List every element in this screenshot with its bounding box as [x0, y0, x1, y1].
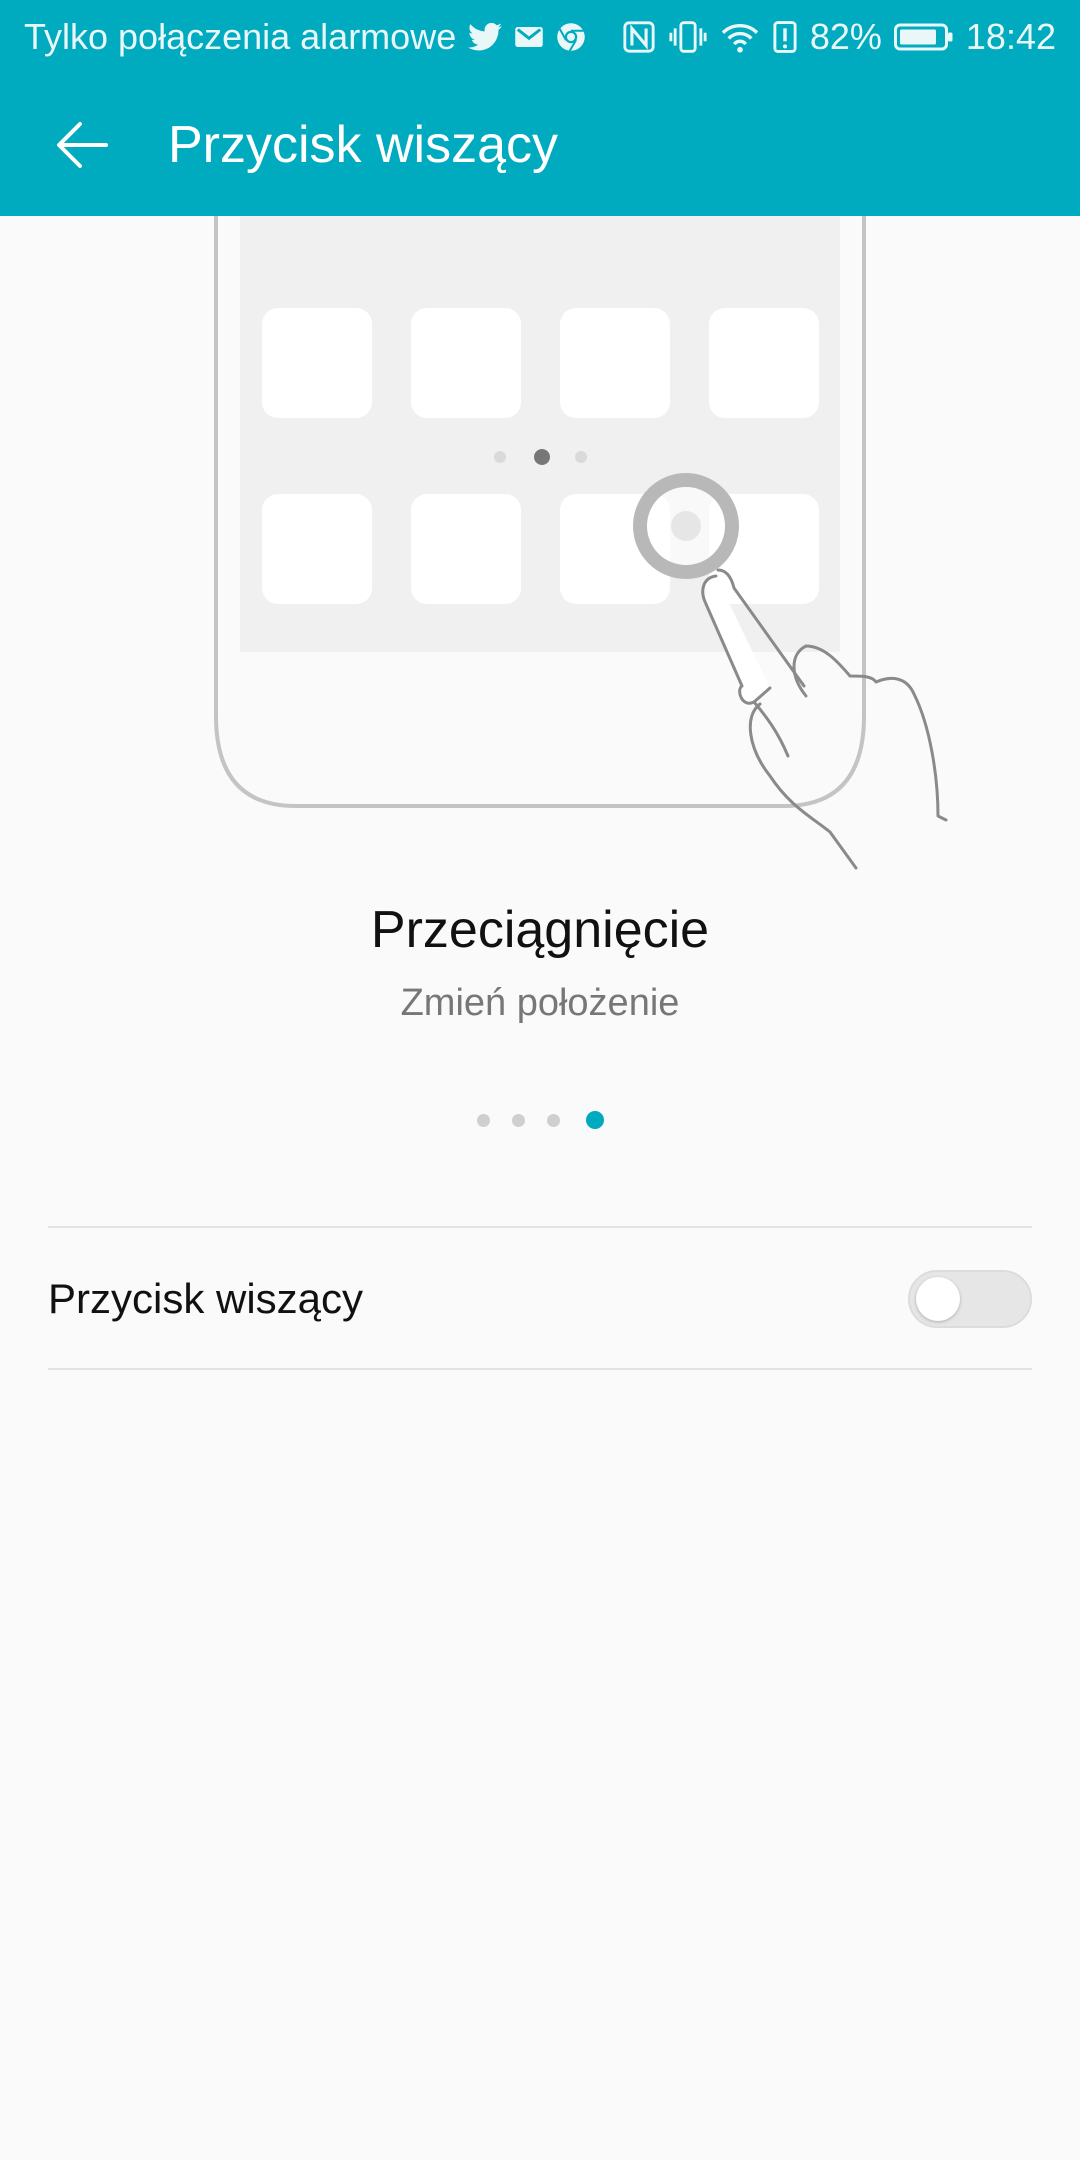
clock: 18:42: [965, 16, 1056, 57]
page-dot[interactable]: [511, 1113, 525, 1127]
page-title: Przycisk wiszący: [168, 116, 559, 174]
vibrate-icon: [668, 19, 708, 55]
nfc-icon: [622, 19, 656, 55]
tutorial-illustration: [214, 216, 948, 870]
status-bar: Tylko połączenia alarmowe 82% 18:42: [0, 0, 1080, 74]
app-bar: Tylko połączenia alarmowe 82% 18:42 Przy…: [0, 0, 1080, 216]
battery-icon: [893, 22, 954, 52]
page-dot[interactable]: [476, 1113, 490, 1127]
page-dot-active[interactable]: [585, 1111, 604, 1129]
tutorial-subtitle: Zmień położenie: [400, 982, 680, 1024]
floating-button: [633, 473, 739, 579]
tutorial-page-indicator[interactable]: [0, 1110, 1080, 1130]
wifi-icon: [720, 20, 760, 54]
carrier-text: Tylko połączenia alarmowe: [24, 16, 457, 57]
back-button[interactable]: [22, 85, 142, 205]
toolbar: Przycisk wiszący: [0, 74, 1080, 216]
setting-row-floating-button[interactable]: Przycisk wiszący: [48, 1228, 1032, 1370]
chrome-icon: [556, 22, 586, 52]
page-dot[interactable]: [546, 1113, 560, 1127]
battery-percent: 82%: [809, 16, 882, 57]
toggle-knob: [916, 1277, 960, 1321]
floating-button-toggle[interactable]: [908, 1270, 1032, 1328]
tutorial-title: Przeciągnięcie: [370, 901, 710, 959]
divider: [48, 1368, 1032, 1370]
battery-alert-icon: [772, 19, 798, 55]
arrow-left-icon: [57, 122, 108, 168]
twitter-icon: [468, 22, 503, 52]
setting-label: Przycisk wiszący: [48, 1275, 364, 1322]
gmail-icon: [514, 24, 544, 50]
